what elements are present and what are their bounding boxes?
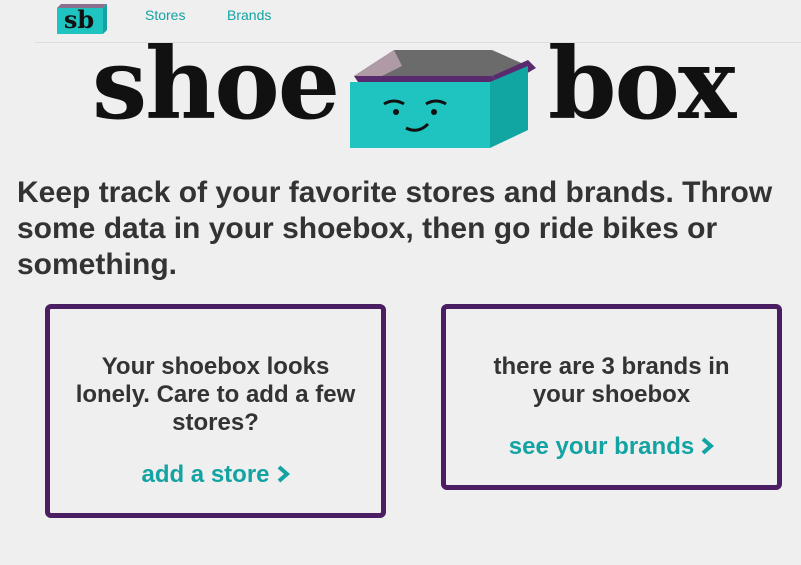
see-brands-label: see your brands — [508, 433, 695, 460]
see-brands-link[interactable]: see your brands — [446, 433, 777, 461]
hero-logo: shoe box — [88, 36, 738, 154]
brands-card-message: there are 3 brands in your shoebox — [493, 353, 730, 408]
chevron-right-icon — [277, 465, 290, 483]
nav-link-stores[interactable]: Stores — [145, 7, 185, 23]
box-eye-left — [393, 109, 399, 115]
chevron-right-icon — [701, 437, 715, 455]
add-store-link[interactable]: add a store — [50, 461, 381, 489]
page: sb Stores Brands shoe box Keep track of … — [0, 0, 801, 565]
logo-text: sb — [64, 5, 94, 34]
tagline: Keep track of your favorite stores and b… — [17, 176, 773, 281]
stores-card: Your shoebox looks lonely. Care to add a… — [45, 304, 386, 518]
box-front — [350, 82, 490, 148]
hero-word-box: box — [548, 27, 736, 142]
stores-card-message: Your shoebox looks lonely. Care to add a… — [75, 353, 356, 436]
box-eye-right — [431, 109, 437, 115]
brands-card: there are 3 brands in your shoebox see y… — [441, 304, 782, 490]
hero-word-shoe: shoe — [92, 27, 340, 142]
nav-link-brands[interactable]: Brands — [227, 7, 271, 23]
add-store-label: add a store — [141, 461, 270, 488]
shoebox-mascot-icon — [350, 50, 536, 148]
